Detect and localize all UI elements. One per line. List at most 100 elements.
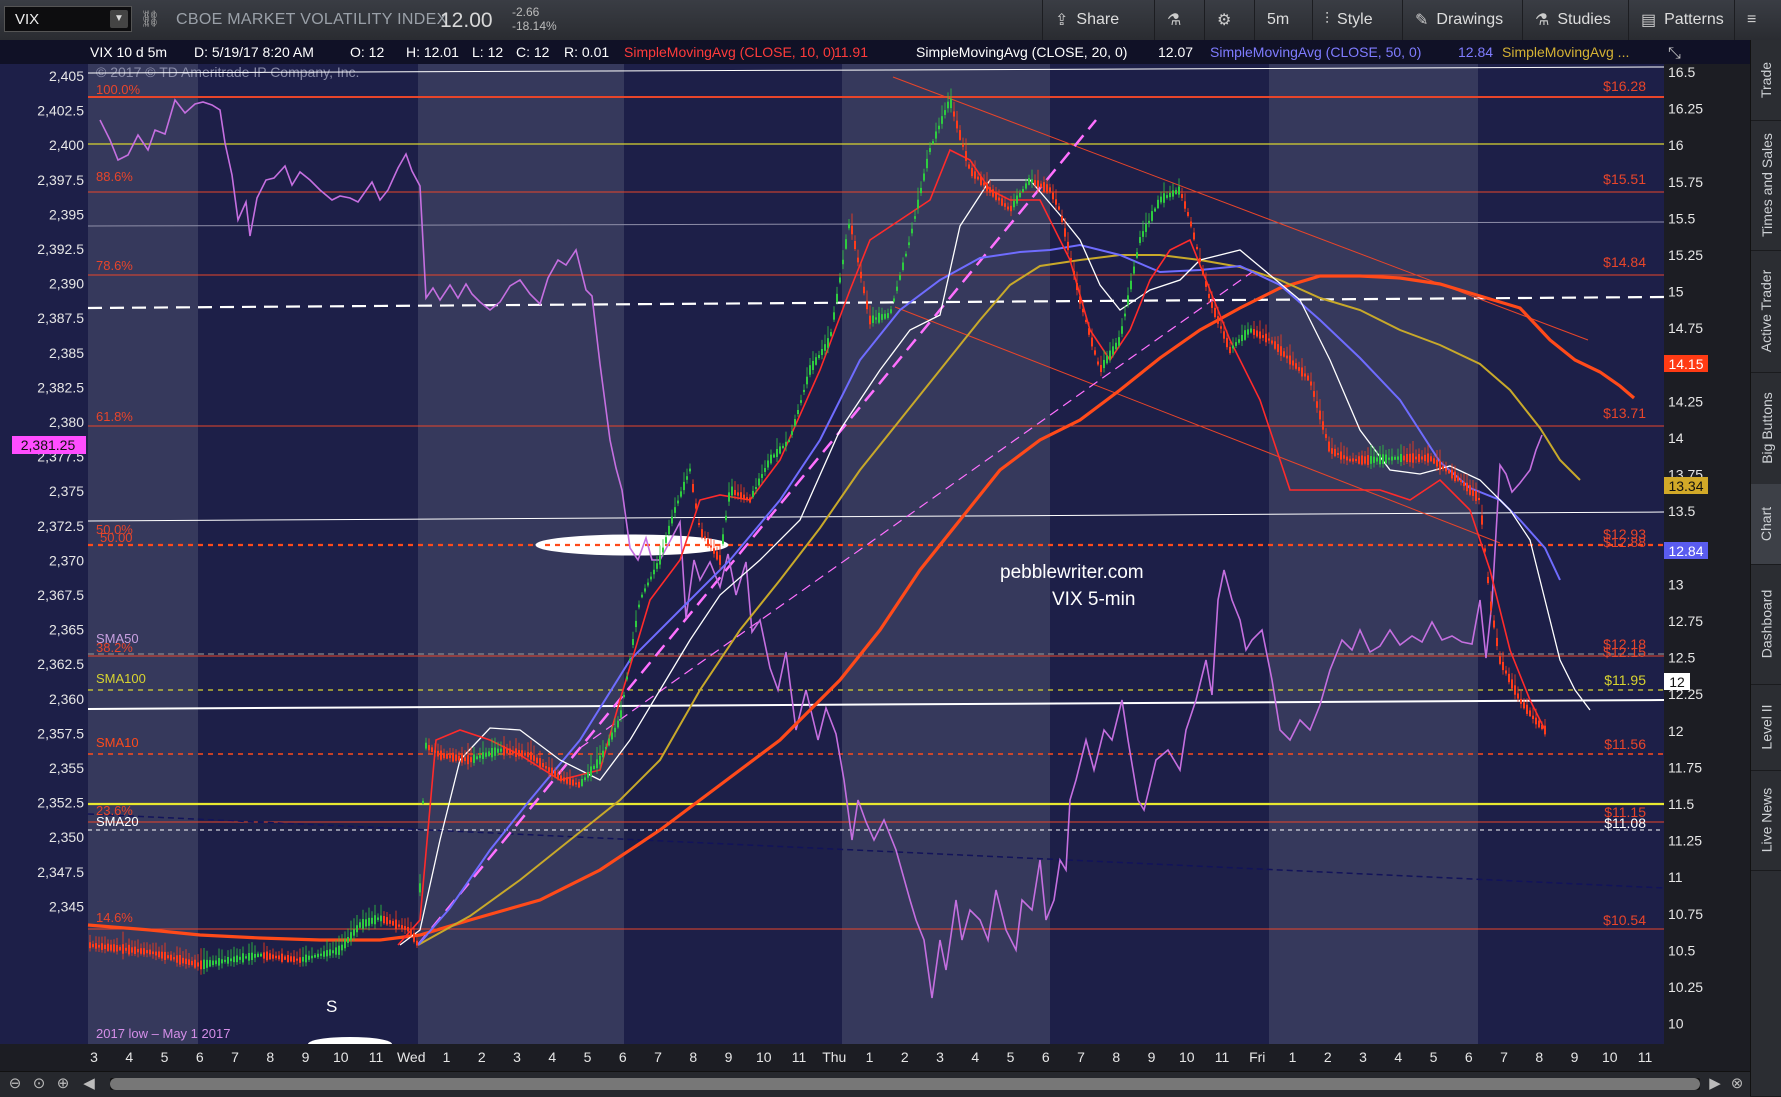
left-axis-tick: 2,347.5 [37, 864, 84, 880]
candle-body [1223, 331, 1225, 339]
candle-body [353, 929, 355, 936]
scroll-right-icon[interactable]: ▶ [1706, 1075, 1724, 1093]
right-axis-tick: 16 [1668, 137, 1684, 153]
left-axis-tick: 2,375 [49, 483, 84, 499]
right-axis-tick: 15.75 [1668, 174, 1703, 190]
candle-body [119, 946, 121, 951]
candle-body [335, 947, 337, 955]
right-axis-tick: 10.75 [1668, 906, 1703, 922]
candle-body [1532, 715, 1534, 720]
candle-body [686, 476, 688, 480]
tab-big-buttons[interactable]: Big Buttons [1751, 372, 1781, 485]
timeframe-button[interactable]: 5m [1254, 0, 1312, 40]
scrollbar-thumb[interactable] [110, 1078, 1700, 1090]
drawings-button[interactable]: ✎ Drawings [1402, 0, 1522, 40]
zoom-in-icon[interactable]: ⊕ [54, 1075, 72, 1093]
price-tag: $14.84 [1603, 254, 1646, 270]
candle-body [95, 943, 97, 949]
candle-body [932, 141, 934, 144]
candle-body [128, 944, 130, 955]
candle-body [389, 920, 391, 924]
candle-body [599, 755, 601, 765]
candle-body [1337, 452, 1339, 456]
chart-svg[interactable]: VIX 10 d 5m D: 5/19/17 8:20 AM O: 12 H: … [0, 40, 1750, 1071]
candle-body [812, 360, 814, 371]
candle-body [1271, 340, 1273, 344]
share-button[interactable]: ⇪ Share [1042, 0, 1154, 40]
scroll-left-icon[interactable]: ◀ [80, 1075, 98, 1093]
candle-body [998, 197, 1000, 201]
candle-body [392, 920, 394, 926]
tab-level-ii[interactable]: Level II [1751, 684, 1781, 771]
tab-chart[interactable]: Chart [1751, 484, 1781, 565]
candle-body [233, 956, 235, 963]
candle-body [476, 756, 478, 760]
horizontal-scrollbar[interactable] [110, 1078, 1700, 1090]
svg-text:SMA50: SMA50 [96, 631, 139, 646]
candle-body [539, 758, 541, 768]
candle-body [1400, 453, 1402, 463]
tab-trade[interactable]: Trade [1751, 40, 1781, 121]
studies-button[interactable]: ⚗ Studies [1522, 0, 1628, 40]
candle-body [536, 757, 538, 764]
candle-body [380, 915, 382, 922]
candle-body [191, 960, 193, 965]
bar-date: D: 5/19/17 8:20 AM [194, 44, 314, 60]
left-price-axis: 2,405 2,402.5 2,400 2,397.5 2,395 2,392.5 2,39… [37, 68, 84, 914]
right-axis-tick: 16.5 [1668, 64, 1695, 80]
sma100-badge-value: 14.15 [1668, 356, 1703, 372]
candle-body [1328, 441, 1330, 452]
candle-body [1484, 548, 1486, 552]
time-axis-tick: 5 [1430, 1049, 1438, 1065]
candle-body [836, 293, 838, 303]
candle-body [1262, 335, 1264, 338]
candle-body [449, 755, 451, 759]
svg-text:SMA10: SMA10 [96, 735, 139, 750]
candle-body [410, 928, 412, 936]
tab-dashboard[interactable]: Dashboard [1751, 564, 1781, 685]
candle-body [947, 101, 949, 109]
beaker-button[interactable]: ⚗ [1154, 0, 1204, 40]
time-axis-tick: Thu [822, 1049, 846, 1065]
candle-body [1310, 381, 1312, 386]
candle-body [917, 199, 919, 209]
zoom-out-icon[interactable]: ⊖ [6, 1075, 24, 1093]
time-axis-tick: 3 [513, 1049, 521, 1065]
candle-body [752, 490, 754, 498]
pct-change: -18.14% [512, 19, 557, 33]
chevron-down-icon[interactable]: ▼ [110, 10, 128, 28]
symbol-input[interactable]: VIX ▼ [4, 6, 132, 32]
candle-body [1442, 466, 1444, 469]
candle-body [308, 955, 310, 960]
style-button[interactable]: ⫶ Style [1312, 0, 1402, 40]
menu-button[interactable]: ≡ [1734, 0, 1781, 40]
chart-area[interactable]: VIX 10 d 5m D: 5/19/17 8:20 AM O: 12 H: … [0, 40, 1750, 1071]
last-price: 12.00 [440, 9, 493, 32]
link-icon[interactable]: ⛓ [140, 9, 160, 29]
time-axis-bg [0, 1044, 1750, 1071]
settings-button[interactable]: ⚙ [1204, 0, 1254, 40]
candle-body [164, 951, 166, 960]
candle-body [689, 468, 691, 472]
candle-body [1148, 220, 1150, 224]
tab-active-trader[interactable]: Active Trader [1751, 250, 1781, 373]
candle-body [338, 945, 340, 955]
candle-body [1544, 725, 1546, 735]
reset-view-icon[interactable]: ⊗ [1728, 1075, 1746, 1093]
chart-expand-icon[interactable]: ⤡ [1668, 45, 1681, 62]
candle-body [911, 228, 913, 234]
candle-body [305, 954, 307, 963]
tab-live-news[interactable]: Live News [1751, 770, 1781, 871]
candle-body [1211, 302, 1213, 308]
candle-body [677, 500, 679, 504]
left-axis-tick: 2,370 [49, 552, 84, 568]
candle-body [1514, 685, 1516, 695]
tab-times-and-sales[interactable]: Times and Sales [1751, 120, 1781, 251]
candle-body [1280, 346, 1282, 356]
candle-body [533, 755, 535, 761]
candle-body [311, 955, 313, 959]
zoom-fit-icon[interactable]: ⊙ [30, 1075, 48, 1093]
time-axis-tick: 11 [1638, 1049, 1653, 1065]
patterns-button[interactable]: ▤ Patterns [1628, 0, 1734, 40]
candle-body [368, 917, 370, 926]
